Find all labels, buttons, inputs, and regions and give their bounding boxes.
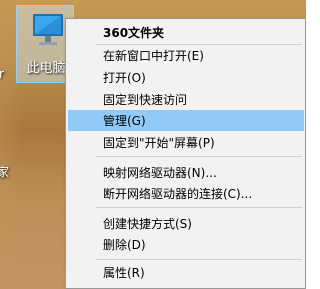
context-menu: 360文件夹 在新窗口中打开(E) 打开(O) 固定到快速访问 管理(G) 固定… [65, 18, 306, 289]
menu-separator [96, 156, 302, 157]
desktop-edge-label-jia: 家 [0, 165, 10, 179]
menu-item-open-new-window[interactable]: 在新窗口中打开(E) [68, 45, 304, 66]
menu-item-pin-quick-access[interactable]: 固定到快速访问 [68, 89, 304, 110]
menu-separator [96, 207, 302, 208]
desktop: r 家 此电脑 360文件夹 在新窗口中打开(E) 打开(O) 固定到快速访问 … [0, 0, 306, 289]
menu-item-create-shortcut[interactable]: 创建快捷方式(S) [68, 213, 304, 234]
menu-separator [96, 259, 302, 260]
menu-item-pin-start[interactable]: 固定到"开始"屏幕(P) [68, 132, 304, 153]
menu-item-open[interactable]: 打开(O) [68, 67, 304, 88]
desktop-edge-label-r: r [0, 67, 4, 81]
menu-item-disconnect-network-drive[interactable]: 断开网络驱动器的连接(C)... [68, 183, 304, 204]
menu-item-manage[interactable]: 管理(G) [68, 110, 304, 131]
menu-item-360-folder[interactable]: 360文件夹 [68, 22, 304, 43]
menu-item-delete[interactable]: 删除(D) [68, 234, 304, 255]
monitor-icon [33, 14, 63, 45]
menu-item-map-network-drive[interactable]: 映射网络驱动器(N)... [68, 162, 304, 183]
menu-item-properties[interactable]: 属性(R) [68, 262, 304, 283]
